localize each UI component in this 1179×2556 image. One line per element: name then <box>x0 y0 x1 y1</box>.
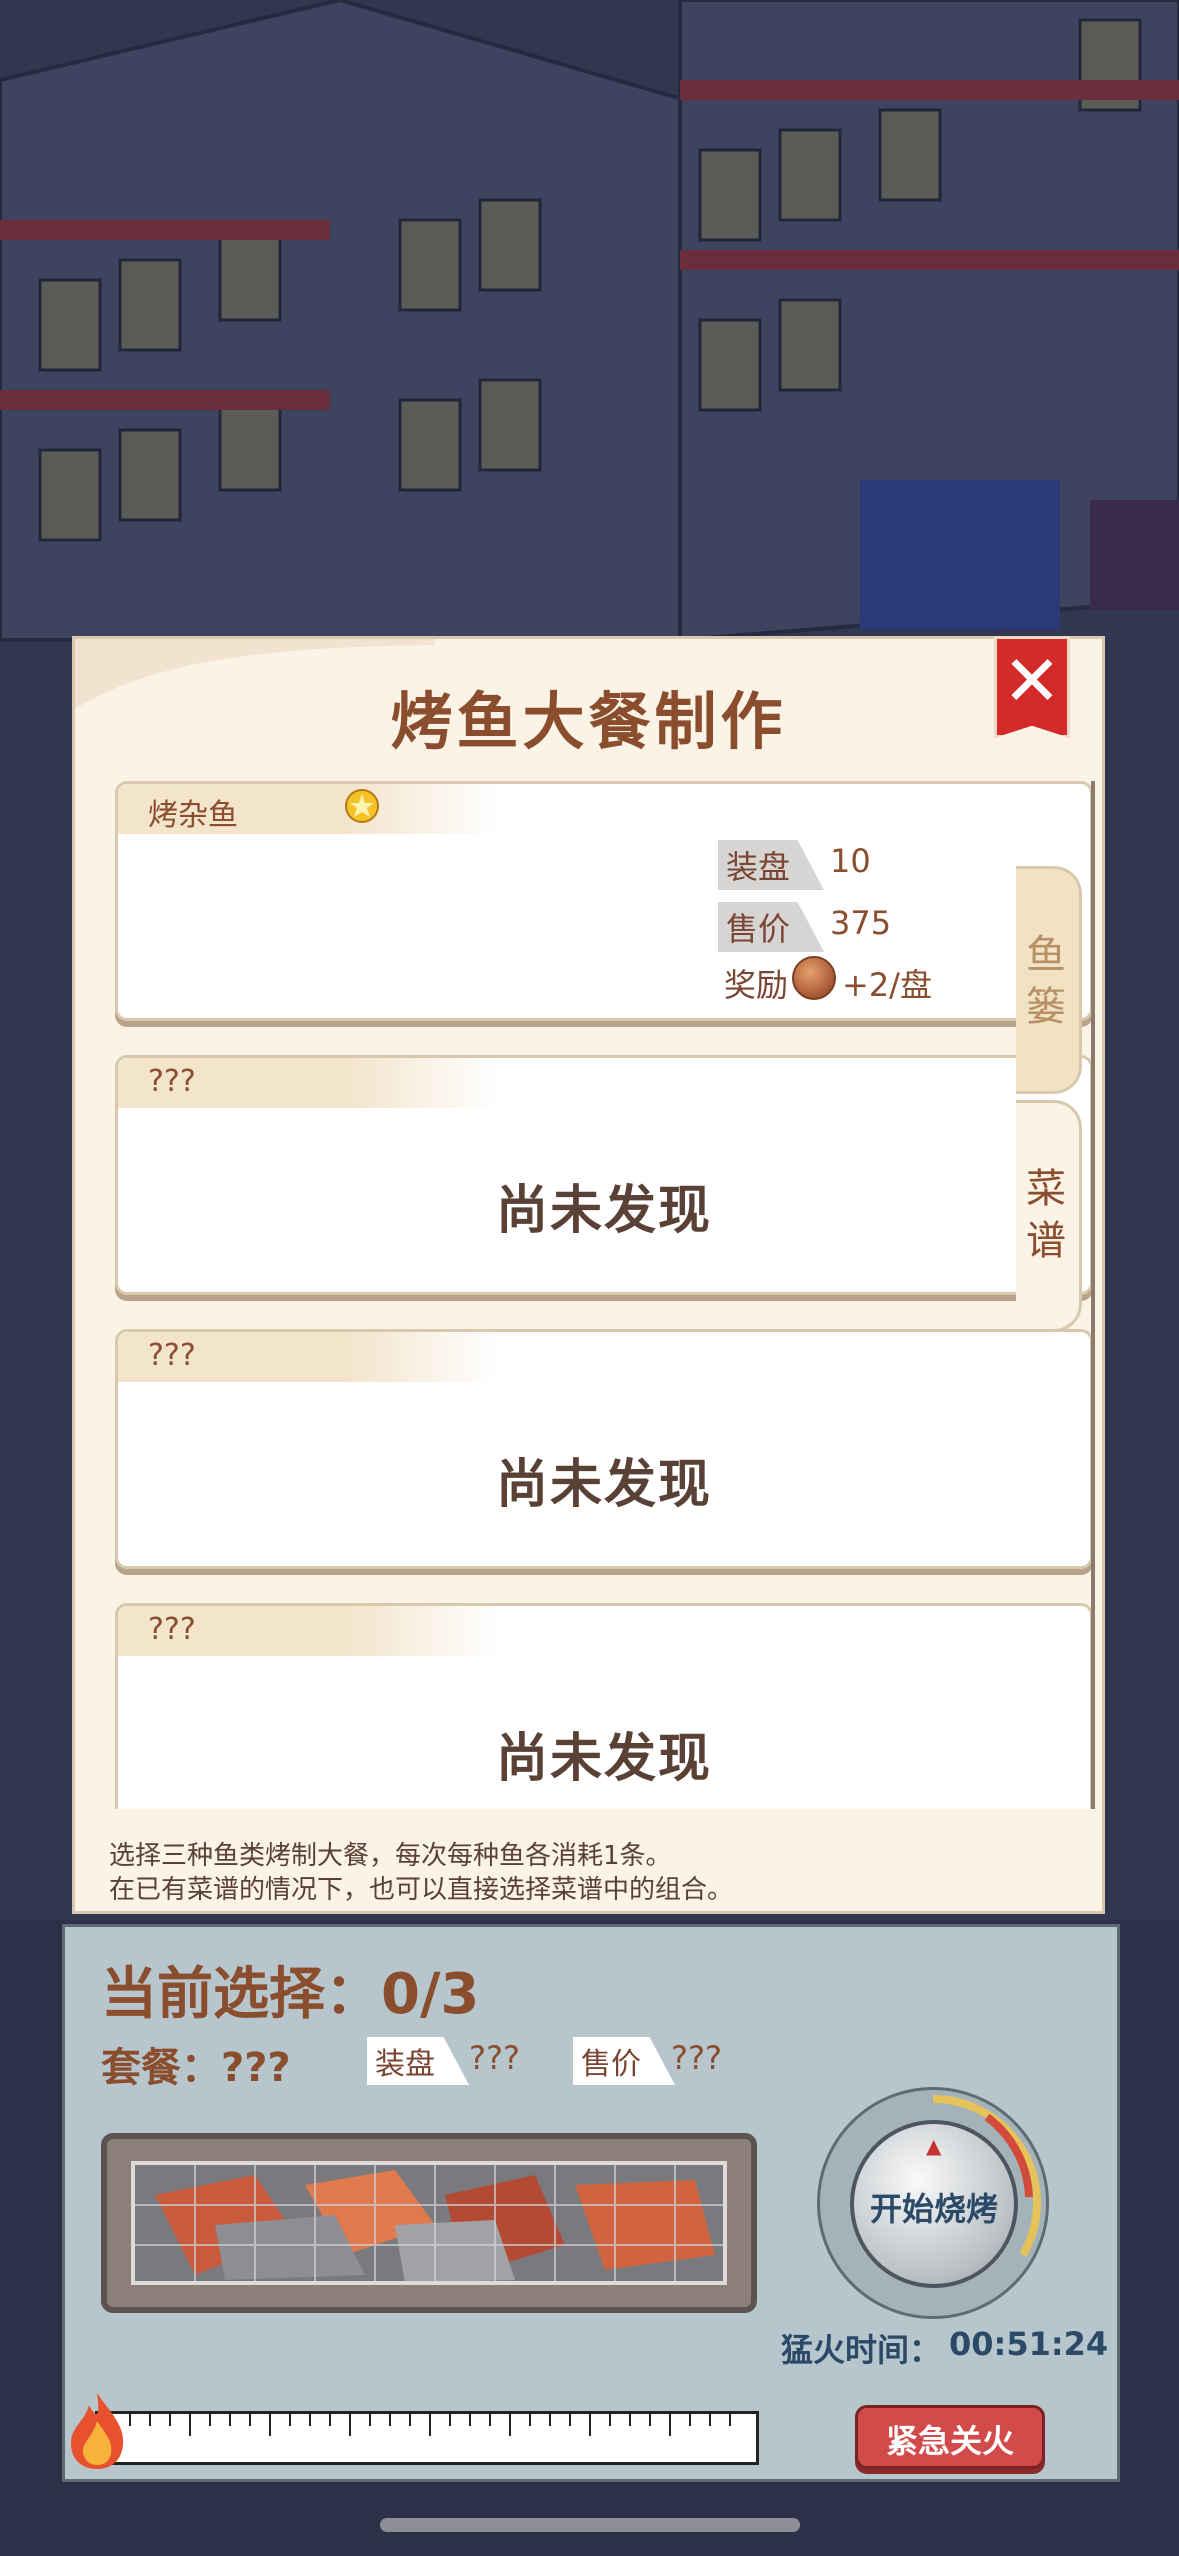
close-button[interactable]: ✕ <box>994 636 1070 738</box>
recipe-card[interactable]: ??? 尚未发现 <box>115 1329 1091 1569</box>
undiscovered-text: 尚未发现 <box>495 1181 712 1241</box>
card-header: ??? <box>118 1332 498 1382</box>
plate-tag-value: ??? <box>469 2039 520 2077</box>
recipe-card[interactable]: ??? 尚未发现 <box>115 1055 1091 1295</box>
heat-dial: ▲ 开始烧烤 <box>817 2087 1049 2319</box>
plate-tag: 装盘 <box>367 2037 469 2085</box>
grill-dialog: 烤鱼大餐制作 烤杂鱼 装盘 10 售价 375 奖励 +2/盘 ??? 尚未发现… <box>72 636 1105 1914</box>
recipe-list[interactable]: 烤杂鱼 装盘 10 售价 375 奖励 +2/盘 ??? 尚未发现 ??? 尚未… <box>95 781 1095 1809</box>
undiscovered-text: 尚未发现 <box>495 1729 712 1789</box>
card-header: ??? <box>118 1058 498 1108</box>
price-label: 售价 <box>718 902 825 952</box>
fire-progress-ruler <box>95 2411 759 2465</box>
start-grill-label: 开始烧烤 <box>869 2190 998 2228</box>
plate-label: 装盘 <box>718 840 825 890</box>
emergency-off-label: 紧急关火 <box>885 2422 1014 2460</box>
price-tag: 售价 <box>573 2037 675 2085</box>
combo-name: 套餐：??? <box>101 2045 291 2091</box>
grill-grate <box>131 2161 727 2285</box>
price-value: 375 <box>830 904 892 942</box>
hint-line-1: 选择三种鱼类烤制大餐，每次每种鱼各消耗1条。 <box>109 1841 672 1871</box>
tab-recipe-label: 菜谱 <box>1026 1166 1066 1264</box>
fire-time-value: 00:51:24 <box>949 2325 1109 2363</box>
recipe-card[interactable]: 烤杂鱼 装盘 10 售价 375 奖励 +2/盘 <box>115 781 1091 1021</box>
plate-value: 10 <box>830 842 871 880</box>
undiscovered-text: 尚未发现 <box>495 1455 712 1515</box>
dial-pointer-icon: ▲ <box>926 2134 942 2158</box>
coin-icon <box>792 956 836 1000</box>
close-icon: ✕ <box>1002 640 1062 722</box>
current-selection: 当前选择：0/3 <box>101 1962 480 2027</box>
flame-icon <box>71 2393 124 2469</box>
recipe-name: ??? <box>148 1064 196 1099</box>
reward-label: 奖励 <box>724 966 789 1004</box>
star-icon <box>345 789 379 823</box>
recipe-card[interactable]: ??? 尚未发现 <box>115 1603 1091 1809</box>
recipe-name: 烤杂鱼 <box>148 798 238 833</box>
grill-panel: 当前选择：0/3 套餐：??? 装盘 ??? 售价 ??? ▲ 开始烧烤 猛火时… <box>62 1924 1120 2482</box>
recipe-name: ??? <box>148 1338 196 1373</box>
card-header: ??? <box>118 1606 498 1656</box>
tab-recipe[interactable]: 菜谱 <box>1016 1100 1082 1332</box>
price-tag-value: ??? <box>671 2039 722 2077</box>
ruler-ticks <box>109 2414 731 2436</box>
dialog-title: 烤鱼大餐制作 <box>390 685 787 758</box>
card-header: 烤杂鱼 <box>118 784 498 834</box>
reward-value: +2/盘 <box>842 966 932 1004</box>
home-indicator[interactable] <box>380 2518 800 2532</box>
grill[interactable] <box>101 2133 757 2313</box>
fire-time-label: 猛火时间： <box>781 2331 942 2369</box>
recipe-name: ??? <box>148 1612 196 1647</box>
tab-fish-basket[interactable]: 鱼篓 <box>1016 866 1082 1094</box>
emergency-off-button[interactable]: 紧急关火 <box>855 2405 1045 2469</box>
hint-line-2: 在已有菜谱的情况下，也可以直接选择菜谱中的组合。 <box>109 1875 734 1905</box>
tab-fish-basket-label: 鱼篓 <box>1026 932 1066 1030</box>
start-grill-button[interactable]: ▲ 开始烧烤 <box>850 2120 1018 2288</box>
grill-coals <box>135 2165 723 2281</box>
